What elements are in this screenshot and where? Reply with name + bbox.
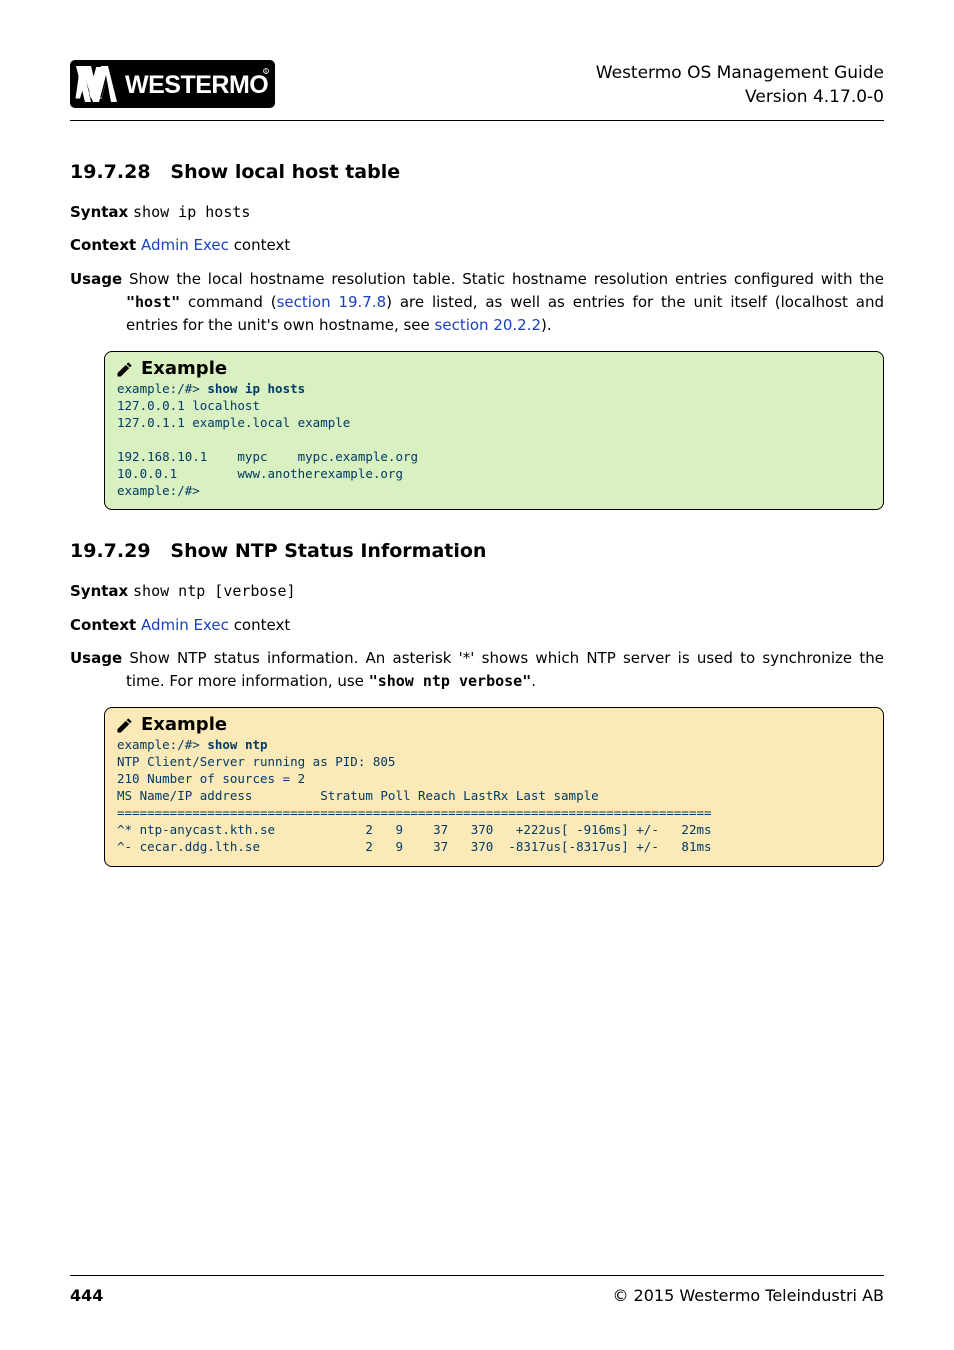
example-body: 127.0.0.1 localhost 127.0.1.1 example.lo… (117, 398, 418, 497)
header-line2: Version 4.17.0-0 (745, 87, 884, 107)
usage-cmd: "host" (126, 293, 180, 311)
section-heading-1: 19.7.28 Show local host table (70, 161, 884, 183)
pencil-icon (115, 359, 135, 379)
section-number: 19.7.29 (70, 540, 151, 562)
usage-cmd: "show ntp verbose" (369, 672, 532, 690)
syntax-label: Syntax (70, 203, 128, 221)
usage-entry: Usage Show the local hostname resolution… (70, 268, 884, 338)
pencil-icon (115, 715, 135, 735)
syntax-entry: Syntax show ntp [verbose] (70, 580, 884, 603)
context-tail: context (229, 236, 290, 254)
context-entry: Context Admin Exec context (70, 614, 884, 637)
syntax-entry: Syntax show ip hosts (70, 201, 884, 224)
page-header: WESTERMO R Westermo OS Management Guide … (70, 60, 884, 121)
prompt: example:/#> (117, 381, 207, 396)
usage-text: . (531, 672, 536, 690)
prompt: example:/#> (117, 737, 207, 752)
example-title: Example (105, 708, 883, 735)
syntax-label: Syntax (70, 582, 128, 600)
example-output: example:/#> show ip hosts 127.0.0.1 loca… (105, 379, 883, 509)
section-number: 19.7.28 (70, 161, 151, 183)
syntax-value: show ntp [verbose] (133, 582, 296, 600)
usage-label: Usage (70, 270, 122, 288)
usage-text: Show the local hostname resolution table… (129, 270, 884, 288)
svg-text:R: R (265, 69, 268, 74)
section-title: Show local host table (170, 161, 400, 183)
example-label: Example (141, 714, 227, 735)
westermo-logo: WESTERMO R (70, 60, 275, 112)
example-body: NTP Client/Server running as PID: 805 21… (117, 754, 712, 853)
syntax-value: show ip hosts (133, 203, 250, 221)
context-tail: context (229, 616, 290, 634)
context-label: Context (70, 236, 136, 254)
context-link[interactable]: Admin Exec (141, 616, 229, 634)
context-label: Context (70, 616, 136, 634)
example-command: show ip hosts (207, 381, 305, 396)
usage-label: Usage (70, 649, 122, 667)
svg-text:WESTERMO: WESTERMO (125, 71, 268, 99)
usage-link[interactable]: section 20.2.2 (435, 316, 542, 334)
usage-link[interactable]: section 19.7.8 (277, 293, 387, 311)
example-output: example:/#> show ntp NTP Client/Server r… (105, 735, 883, 865)
usage-entry: Usage Show NTP status information. An as… (70, 647, 884, 694)
copyright-text: © 2015 Westermo Teleindustri AB (612, 1286, 884, 1305)
page-footer: 444 © 2015 Westermo Teleindustri AB (70, 1275, 884, 1305)
context-link[interactable]: Admin Exec (141, 236, 229, 254)
example-command: show ntp (207, 737, 267, 752)
example-box-2: Example example:/#> show ntp NTP Client/… (104, 707, 884, 866)
example-title: Example (105, 352, 883, 379)
page-number: 444 (70, 1286, 103, 1305)
section-heading-2: 19.7.29 Show NTP Status Information (70, 540, 884, 562)
header-line1: Westermo OS Management Guide (596, 63, 884, 83)
usage-text: command ( (180, 293, 276, 311)
example-box-1: Example example:/#> show ip hosts 127.0.… (104, 351, 884, 510)
section-title: Show NTP Status Information (170, 540, 486, 562)
header-title: Westermo OS Management Guide Version 4.1… (596, 62, 884, 110)
context-entry: Context Admin Exec context (70, 234, 884, 257)
usage-text: ). (541, 316, 552, 334)
example-label: Example (141, 358, 227, 379)
